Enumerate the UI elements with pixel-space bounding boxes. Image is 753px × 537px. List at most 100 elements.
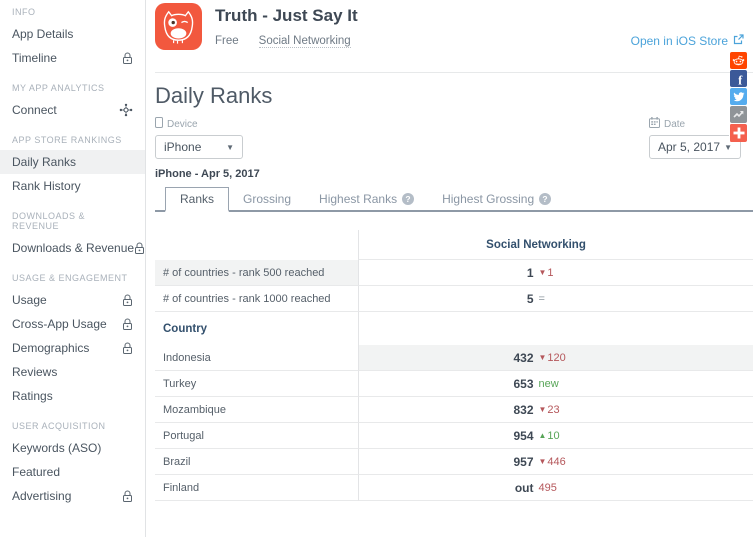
sidebar-item-ratings[interactable]: Ratings bbox=[0, 384, 145, 408]
reddit-icon[interactable] bbox=[730, 52, 747, 69]
sidebar-section-user-acquisition: USER ACQUISITIONKeywords (ASO)FeaturedAd… bbox=[0, 408, 145, 508]
country-row-finland: Finland out 495 bbox=[155, 475, 753, 501]
rank-value: 432 bbox=[490, 351, 534, 365]
sidebar-item-label: Timeline bbox=[12, 51, 57, 65]
device-control: Device iPhone ▼ bbox=[155, 117, 243, 159]
lock-icon bbox=[134, 242, 145, 255]
rank-change: ▲10 bbox=[539, 430, 583, 442]
tab-bar: RanksGrossingHighest Ranks?Highest Gross… bbox=[155, 187, 753, 212]
country-label: Portugal bbox=[155, 423, 358, 449]
country-value-cell: 832▼23 bbox=[358, 397, 753, 423]
summary-label: # of countries - rank 500 reached bbox=[155, 260, 358, 286]
sidebar-section-info: INFO App Details Timeline bbox=[0, 1, 145, 70]
rank-value: 653 bbox=[490, 377, 534, 391]
help-icon[interactable]: ? bbox=[402, 193, 414, 205]
sidebar-item-label: App Details bbox=[12, 27, 73, 41]
sidebar-item-label: Downloads & Revenue bbox=[12, 241, 134, 255]
sidebar-section-app-store-rankings: APP STORE RANKINGSDaily RanksRank Histor… bbox=[0, 122, 145, 198]
sidebar-item-label: Advertising bbox=[12, 489, 71, 503]
sidebar-item-app-details[interactable]: App Details bbox=[0, 22, 145, 46]
tab-label: Grossing bbox=[243, 192, 291, 206]
country-value-cell: out 495 bbox=[358, 475, 753, 501]
store-link-label: Open in iOS Store bbox=[631, 34, 728, 48]
rank-value: 5 bbox=[490, 292, 534, 306]
country-label: Brazil bbox=[155, 449, 358, 475]
sidebar-item-reviews[interactable]: Reviews bbox=[0, 360, 145, 384]
app-window: INFO App Details Timeline MY APP ANALYTICS C… bbox=[0, 0, 753, 537]
country-label: Finland bbox=[155, 475, 358, 501]
ranks-table: Social Networking # of countries - rank … bbox=[155, 230, 753, 501]
lock-icon bbox=[122, 342, 133, 355]
sidebar-item-keywords-aso[interactable]: Keywords (ASO) bbox=[0, 436, 145, 460]
rank-value: 957 bbox=[490, 455, 534, 469]
sidebar-section-header: APP STORE RANKINGS bbox=[0, 122, 145, 150]
sidebar-item-label: Reviews bbox=[12, 365, 57, 379]
rank-value: out bbox=[490, 481, 534, 495]
sidebar-item-label: Featured bbox=[12, 465, 60, 479]
lock-icon bbox=[122, 294, 133, 307]
lock-icon bbox=[122, 490, 133, 503]
open-in-ios-store-link[interactable]: Open in iOS Store bbox=[631, 34, 744, 48]
sidebar-item-rank-history[interactable]: Rank History bbox=[0, 174, 145, 198]
sidebar-section-downloads-revenue: DOWNLOADS & REVENUEDownloads & Revenue bbox=[0, 198, 145, 260]
help-icon[interactable]: ? bbox=[539, 193, 551, 205]
rank-change: = bbox=[539, 293, 583, 305]
device-select-value: iPhone bbox=[164, 140, 201, 154]
addthis-icon[interactable] bbox=[729, 124, 747, 142]
twitter-icon[interactable] bbox=[730, 88, 747, 105]
sidebar-section-header: USAGE & ENGAGEMENT bbox=[0, 260, 145, 288]
country-label: Turkey bbox=[155, 371, 358, 397]
connect-icon bbox=[119, 103, 133, 117]
sidebar-item-demographics[interactable]: Demographics bbox=[0, 336, 145, 360]
rank-value: 1 bbox=[490, 266, 534, 280]
svg-text:f: f bbox=[738, 73, 743, 85]
down-arrow-icon: ▼ bbox=[539, 457, 547, 466]
device-select[interactable]: iPhone ▼ bbox=[155, 135, 243, 159]
tab-label: Highest Grossing bbox=[442, 192, 534, 206]
sidebar-item-connect[interactable]: Connect bbox=[0, 98, 145, 122]
date-control: Date Apr 5, 2017 ▼ bbox=[649, 117, 741, 159]
calendar-icon bbox=[649, 117, 660, 131]
tab-ranks[interactable]: Ranks bbox=[165, 187, 229, 212]
sidebar-item-label: Connect bbox=[12, 103, 57, 117]
tab-label: Highest Ranks bbox=[319, 192, 397, 206]
country-row-portugal: Portugal954▲10 bbox=[155, 423, 753, 449]
sidebar-item-downloads-revenue[interactable]: Downloads & Revenue bbox=[0, 236, 145, 260]
rank-change: ▼23 bbox=[539, 404, 583, 416]
app-price: Free bbox=[215, 35, 239, 48]
sidebar-item-usage[interactable]: Usage bbox=[0, 288, 145, 312]
owl-icon bbox=[155, 3, 202, 50]
app-category-link[interactable]: Social Networking bbox=[259, 35, 351, 48]
down-arrow-icon: ▼ bbox=[539, 268, 547, 277]
tab-highest-ranks[interactable]: Highest Ranks? bbox=[305, 187, 428, 210]
sidebar-section-header: INFO bbox=[0, 1, 145, 22]
summary-row-of-countries-rank-500-reached: # of countries - rank 500 reached1▼1 bbox=[155, 260, 753, 286]
sidebar-item-label: Demographics bbox=[12, 341, 89, 355]
sidebar-item-timeline[interactable]: Timeline bbox=[0, 46, 145, 70]
country-section-header: Country bbox=[155, 312, 358, 345]
share-more-icon[interactable] bbox=[730, 106, 747, 123]
country-label: Indonesia bbox=[155, 345, 358, 371]
tab-grossing[interactable]: Grossing bbox=[229, 187, 305, 210]
sidebar-item-label: Ratings bbox=[12, 389, 53, 403]
sidebar-item-featured[interactable]: Featured bbox=[0, 460, 145, 484]
chevron-down-icon: ▼ bbox=[226, 143, 234, 152]
app-icon bbox=[155, 3, 202, 50]
tab-highest-grossing[interactable]: Highest Grossing? bbox=[428, 187, 565, 210]
country-value-cell: 954▲10 bbox=[358, 423, 753, 449]
date-select[interactable]: Apr 5, 2017 ▼ bbox=[649, 135, 741, 159]
sidebar-section-header: MY APP ANALYTICS bbox=[0, 70, 145, 98]
country-row-turkey: Turkey653new bbox=[155, 371, 753, 397]
app-meta: Free Social Networking bbox=[215, 35, 358, 48]
facebook-icon[interactable]: f bbox=[730, 70, 747, 87]
lock-icon bbox=[122, 52, 133, 65]
sidebar-item-label: Usage bbox=[12, 293, 47, 307]
sidebar-item-advertising[interactable]: Advertising bbox=[0, 484, 145, 508]
sidebar-item-daily-ranks[interactable]: Daily Ranks bbox=[0, 150, 145, 174]
up-arrow-icon: ▲ bbox=[539, 431, 547, 440]
rank-change: ▼120 bbox=[539, 352, 583, 364]
sidebar-item-cross-app-usage[interactable]: Cross-App Usage bbox=[0, 312, 145, 336]
country-section-header-spacer bbox=[358, 312, 753, 345]
down-arrow-icon: ▼ bbox=[539, 353, 547, 362]
rank-change: 495 bbox=[539, 482, 583, 494]
